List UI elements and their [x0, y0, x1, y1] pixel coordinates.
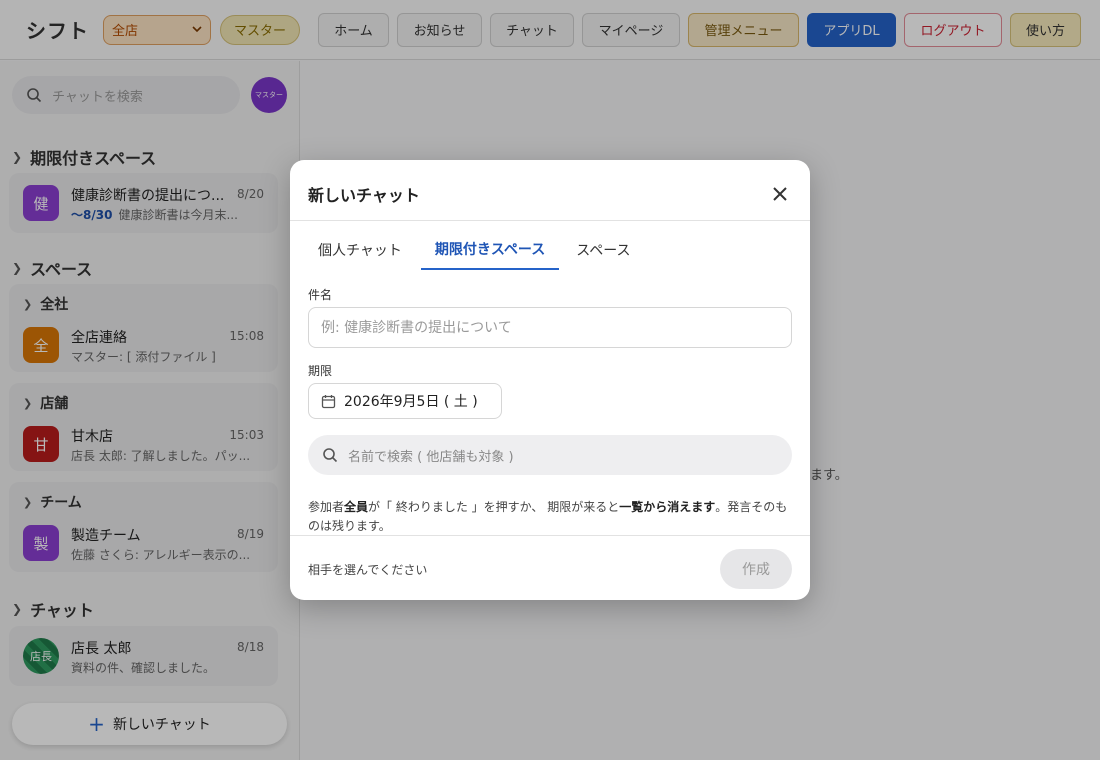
subject-label: 件名: [308, 288, 333, 302]
tab-deadline-space[interactable]: 期限付きスペース: [420, 230, 560, 270]
note-text: 参加者: [308, 500, 345, 514]
subject-input[interactable]: [308, 307, 792, 348]
footer-hint: 相手を選んでください: [308, 563, 428, 577]
calendar-icon: [321, 394, 336, 408]
member-search-input[interactable]: 名前で検索 ( 他店舗も対象 ): [308, 435, 792, 475]
member-search-placeholder: 名前で検索 ( 他店舗も対象 ): [348, 449, 514, 465]
new-chat-dialog: 新しいチャット 個人チャット 期限付きスペース スペース 件名 期限 2026年…: [290, 160, 810, 600]
dialog-header: 新しいチャット: [290, 160, 810, 221]
create-button[interactable]: 作成: [720, 549, 792, 589]
close-button[interactable]: [768, 182, 792, 206]
dialog-tabs: 個人チャット 期限付きスペース スペース: [308, 230, 642, 270]
note-emphasis: 一覧から消えます: [619, 500, 716, 514]
deadline-date-value: 2026年9月5日 ( 土 ): [344, 394, 478, 410]
deadline-space-note: 参加者全員が「 終わりました 」を押すか、 期限が来ると一覧から消えます。発言そ…: [308, 498, 792, 536]
dialog-footer: 相手を選んでください 作成: [290, 535, 810, 600]
deadline-label: 期限: [308, 364, 333, 378]
note-text: が「 終わりました 」を押すか、 期限が来ると: [368, 500, 620, 514]
tab-personal-chat[interactable]: 個人チャット: [308, 230, 413, 270]
note-emphasis: 全員: [344, 500, 369, 514]
tab-space[interactable]: スペース: [565, 230, 641, 270]
dialog-title: 新しいチャット: [308, 186, 420, 205]
close-icon: [773, 187, 787, 201]
deadline-date-picker[interactable]: 2026年9月5日 ( 土 ): [308, 383, 502, 419]
search-icon: [323, 448, 338, 463]
